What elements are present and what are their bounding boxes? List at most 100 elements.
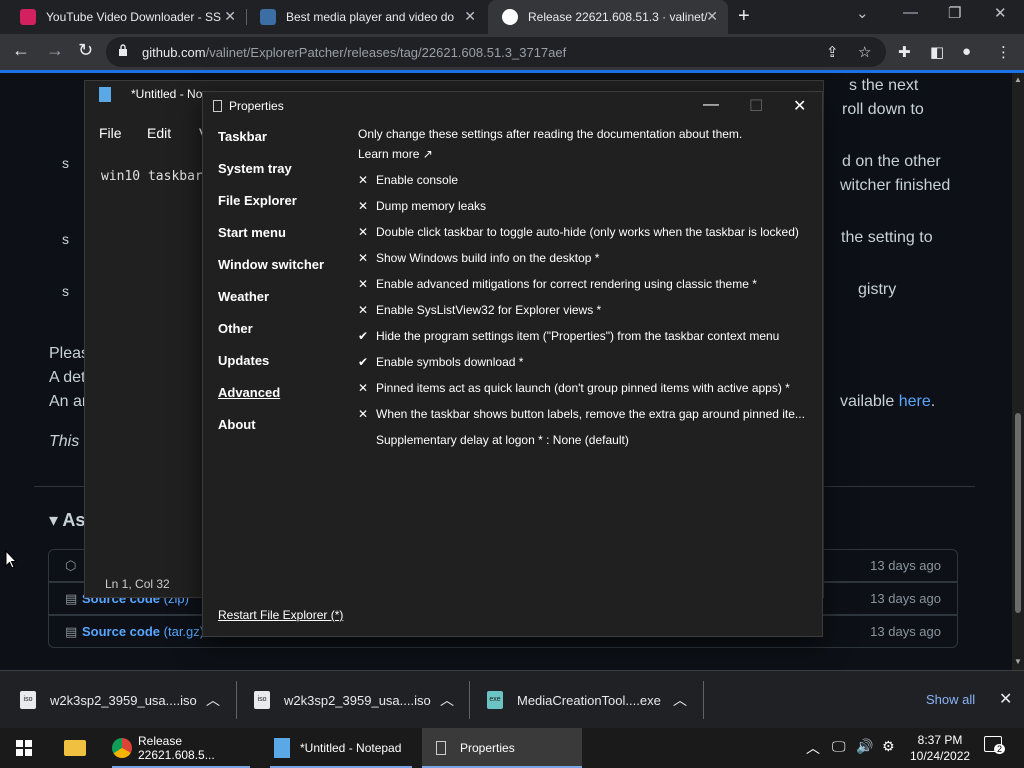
option-show-build-info[interactable]: ✕ Show Windows build info on the desktop … [358, 251, 599, 267]
profile-avatar-icon[interactable]: ● [962, 43, 971, 60]
bookmark-star-icon[interactable]: ☆ [858, 43, 871, 61]
github-favicon-icon [502, 9, 518, 25]
learn-more-link[interactable]: Learn more ↗ [358, 147, 433, 161]
here-link[interactable]: here [899, 393, 931, 410]
forward-arrow-icon[interactable]: → [46, 40, 64, 61]
release-notes-text: s the next [849, 77, 919, 94]
browser-tab-strip: YouTube Video Downloader - SS ✕ Best med… [0, 0, 1024, 34]
option-supplementary-delay[interactable]: Supplementary delay at logon * : None (d… [358, 433, 629, 449]
properties-taskbar-button[interactable]: Properties [422, 728, 582, 768]
lock-icon [119, 44, 127, 56]
notepad-editor[interactable]: win10 taskbar [101, 169, 203, 184]
sidebar-item-taskbar[interactable]: Taskbar [218, 129, 267, 144]
properties-icon [213, 100, 222, 112]
show-all-downloads-button[interactable]: Show all [926, 692, 975, 707]
extensions-puzzle-icon[interactable]: ✚ [898, 43, 911, 61]
file-explorer-taskbar-button[interactable] [52, 728, 98, 768]
restart-file-explorer-link[interactable]: Restart File Explorer (*) [218, 608, 343, 622]
option-label: Enable symbols download * [376, 355, 524, 369]
sidebar-item-weather[interactable]: Weather [218, 289, 269, 304]
notepad-taskbar-button[interactable]: *Untitled - Notepad [262, 728, 420, 768]
sidebar-item-file-explorer[interactable]: File Explorer [218, 193, 297, 208]
option-symbols-download[interactable]: ✔ Enable symbols download * [358, 355, 523, 371]
option-pinned-quick-launch[interactable]: ✕ Pinned items act as quick launch (don't… [358, 381, 790, 397]
properties-window[interactable]: Properties — ☐ ✕ Taskbar System tray Fil… [202, 91, 823, 637]
assets-heading[interactable]: ▾ As [49, 510, 85, 531]
settings-gear-icon[interactable]: ⚙ [882, 738, 895, 755]
close-tab-icon[interactable]: ✕ [706, 8, 718, 25]
chevron-up-icon[interactable]: ︿ [673, 690, 687, 710]
notification-center-button[interactable]: 2 [984, 736, 1006, 755]
browser-tab-youtube-downloader[interactable]: YouTube Video Downloader - SS ✕ [6, 0, 246, 34]
ssyoutube-favicon-icon [20, 9, 36, 25]
side-panel-icon[interactable]: ◧ [930, 43, 944, 61]
option-hide-properties-item[interactable]: ✔ Hide the program settings item ("Proper… [358, 329, 779, 345]
tab-search-chevron-icon[interactable]: ⌄ [856, 4, 869, 22]
reload-icon[interactable]: ↻ [78, 40, 93, 61]
option-enable-console[interactable]: ✕ Enable console [358, 173, 458, 189]
browser-tab-github-release[interactable]: Release 22621.608.51.3 · valinet/ ✕ [488, 0, 728, 34]
release-notes-text: witcher finished [840, 177, 951, 194]
release-notes-text: gistry [858, 281, 897, 298]
download-item[interactable]: exe MediaCreationTool....exe [487, 671, 661, 729]
clock-date: 10/24/2022 [910, 749, 971, 763]
minimize-window-icon[interactable]: — [903, 4, 918, 21]
close-window-icon[interactable]: ✕ [994, 4, 1007, 22]
check-icon: ✔ [358, 355, 369, 369]
restore-window-icon[interactable]: ❐ [948, 4, 961, 22]
back-arrow-icon[interactable]: ← [12, 40, 30, 61]
chrome-taskbar-button[interactable]: Release 22621.608.5... [100, 728, 262, 768]
maximize-icon[interactable]: ☐ [749, 96, 763, 116]
sidebar-item-other[interactable]: Other [218, 321, 253, 336]
system-clock[interactable]: 8:37 PM 10/24/2022 [910, 732, 970, 764]
menu-edit[interactable]: Edit [147, 125, 171, 141]
cross-icon: ✕ [358, 381, 369, 395]
start-button[interactable] [0, 728, 48, 768]
sidebar-item-window-switcher[interactable]: Window switcher [218, 257, 324, 272]
minimize-icon[interactable]: — [703, 96, 719, 114]
cross-icon: ✕ [358, 173, 369, 187]
option-label: Pinned items act as quick launch (don't … [376, 381, 790, 395]
new-tab-button[interactable]: + [738, 5, 750, 28]
release-notes-text: vailable here. [840, 393, 935, 411]
network-icon[interactable]: 🖵 [832, 738, 846, 755]
volume-icon[interactable]: 🔊 [856, 738, 873, 755]
download-separator [703, 681, 704, 719]
page-scrollbar[interactable]: ▲ ▼ [1012, 73, 1024, 670]
download-item[interactable]: iso w2k3sp2_3959_usa....iso [254, 671, 431, 729]
windows-logo-icon [16, 740, 32, 756]
chevron-up-icon[interactable]: ︿ [206, 690, 220, 710]
sidebar-item-start-menu[interactable]: Start menu [218, 225, 286, 240]
taskbar-item-label: Properties [460, 741, 515, 755]
sidebar-item-system-tray[interactable]: System tray [218, 161, 292, 176]
option-remove-extra-gap[interactable]: ✕ When the taskbar shows button labels, r… [358, 407, 805, 423]
close-icon[interactable]: ✕ [793, 96, 806, 116]
menu-file[interactable]: File [99, 125, 122, 141]
option-dump-memory-leaks[interactable]: ✕ Dump memory leaks [358, 199, 486, 215]
close-tab-icon[interactable]: ✕ [224, 8, 236, 25]
tray-overflow-chevron-icon[interactable]: ︿ [806, 738, 820, 758]
menu-kebab-icon[interactable]: ⋮ [996, 43, 1011, 61]
release-notes-text: vailable [840, 393, 899, 410]
close-tab-icon[interactable]: ✕ [464, 8, 476, 25]
option-advanced-mitigations[interactable]: ✕ Enable advanced mitigations for correct… [358, 277, 757, 293]
option-syslistview32[interactable]: ✕ Enable SysListView32 for Explorer views… [358, 303, 601, 319]
chevron-up-icon[interactable]: ︿ [440, 690, 454, 710]
sidebar-item-advanced[interactable]: Advanced [218, 385, 280, 400]
asset-link[interactable]: Source code (tar.gz) [82, 624, 204, 639]
browser-tab-media-player[interactable]: Best media player and video do ✕ [246, 0, 486, 34]
scrollbar-thumb[interactable] [1015, 413, 1021, 613]
scroll-down-icon[interactable]: ▼ [1014, 657, 1022, 666]
download-item[interactable]: iso w2k3sp2_3959_usa....iso [20, 671, 197, 729]
release-notes-text: An ar [49, 393, 88, 410]
scroll-up-icon[interactable]: ▲ [1014, 75, 1022, 84]
sidebar-item-updates[interactable]: Updates [218, 353, 269, 368]
cross-icon: ✕ [358, 407, 369, 421]
sidebar-item-about[interactable]: About [218, 417, 256, 432]
close-downloads-icon[interactable]: ✕ [999, 689, 1012, 709]
download-separator [469, 681, 470, 719]
taskbar-item-label: Release 22621.608.5... [137, 734, 215, 762]
address-bar[interactable]: github.com/valinet/ExplorerPatcher/relea… [106, 37, 886, 67]
option-double-click-autohide[interactable]: ✕ Double click taskbar to toggle auto-hid… [358, 225, 799, 241]
share-icon[interactable]: ⇪ [826, 43, 839, 61]
